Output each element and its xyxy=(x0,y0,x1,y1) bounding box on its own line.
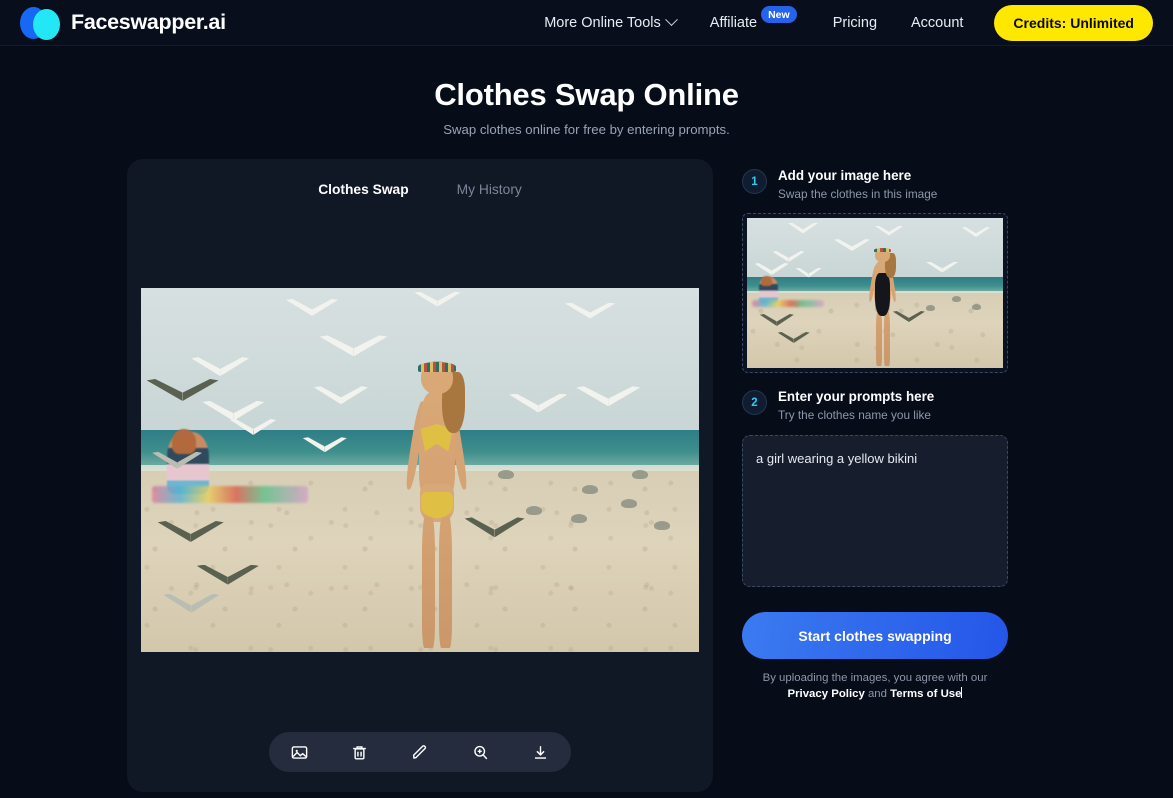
image-icon[interactable] xyxy=(284,737,314,767)
workspace-tabs: Clothes Swap My History xyxy=(127,159,713,197)
top-navigation-bar: Faceswapper.ai More Online Tools Affilia… xyxy=(0,0,1173,46)
page-title: Clothes Swap Online xyxy=(434,77,739,112)
workspace-card: Clothes Swap My History xyxy=(127,159,713,792)
trash-icon[interactable] xyxy=(345,737,375,767)
step-2-badge: 2 xyxy=(742,390,767,415)
privacy-policy-link[interactable]: Privacy Policy xyxy=(788,688,865,700)
legal-middle: and xyxy=(864,687,891,700)
credits-button[interactable]: Credits: Unlimited xyxy=(994,4,1153,41)
page-subtitle: Swap clothes online for free by entering… xyxy=(443,122,730,137)
text-cursor xyxy=(961,686,963,698)
person-figure xyxy=(389,360,484,649)
main-content: Clothes Swap My History 1 Add your image… xyxy=(0,137,1173,792)
step-2-subtitle: Try the clothes name you like xyxy=(778,408,931,422)
prompt-input[interactable]: a girl wearing a yellow bikini xyxy=(742,435,1008,587)
chevron-down-icon xyxy=(664,13,678,27)
step-1-subtitle: Swap the clothes in this image xyxy=(778,187,938,201)
tab-clothes-swap[interactable]: Clothes Swap xyxy=(318,182,408,197)
new-badge: New xyxy=(761,6,797,23)
image-upload-box[interactable] xyxy=(742,213,1008,373)
nav-account-label: Account xyxy=(911,14,964,31)
step-1-title: Add your image here xyxy=(778,168,912,183)
zoom-in-icon[interactable] xyxy=(465,737,495,767)
legal-disclaimer: By uploading the images, you agree with … xyxy=(742,671,1008,703)
step-2-title: Enter your prompts here xyxy=(778,389,935,404)
nav-affiliate-label: Affiliate xyxy=(709,14,758,31)
main-nav: More Online Tools Affiliate New Pricing … xyxy=(527,0,1153,46)
nav-account[interactable]: Account xyxy=(894,0,980,46)
terms-of-use-link[interactable]: Terms of Use xyxy=(890,688,961,700)
nav-pricing-label: Pricing xyxy=(832,14,878,31)
step-1-header: 1 Add your image here Swap the clothes i… xyxy=(742,167,1008,203)
download-icon[interactable] xyxy=(526,737,556,767)
nav-more-online-tools[interactable]: More Online Tools xyxy=(527,0,693,46)
brand-logo[interactable]: Faceswapper.ai xyxy=(20,6,226,40)
nav-more-online-tools-label: More Online Tools xyxy=(544,14,661,31)
result-image-preview[interactable] xyxy=(141,288,699,652)
image-toolbar xyxy=(269,732,571,772)
brand-name: Faceswapper.ai xyxy=(71,10,226,34)
nav-pricing[interactable]: Pricing xyxy=(816,0,894,46)
legal-prefix: By uploading the images, you agree with … xyxy=(762,672,988,684)
beach-scene-image xyxy=(141,288,699,652)
pencil-icon[interactable] xyxy=(405,737,435,767)
controls-panel: 1 Add your image here Swap the clothes i… xyxy=(742,159,1008,792)
start-clothes-swapping-button[interactable]: Start clothes swapping xyxy=(742,612,1008,659)
faceswapper-logo-icon xyxy=(20,6,60,40)
step-1-badge: 1 xyxy=(742,169,767,194)
hero-section: Clothes Swap Online Swap clothes online … xyxy=(0,46,1173,137)
swapped-clothing-bottom xyxy=(420,491,453,518)
uploaded-image-thumbnail xyxy=(747,218,1003,368)
original-person-figure xyxy=(861,248,905,367)
step-2-header: 2 Enter your prompts here Try the clothe… xyxy=(742,388,1008,424)
original-clothing xyxy=(875,272,891,316)
nav-affiliate[interactable]: Affiliate New xyxy=(693,0,816,46)
tab-my-history[interactable]: My History xyxy=(457,182,522,197)
